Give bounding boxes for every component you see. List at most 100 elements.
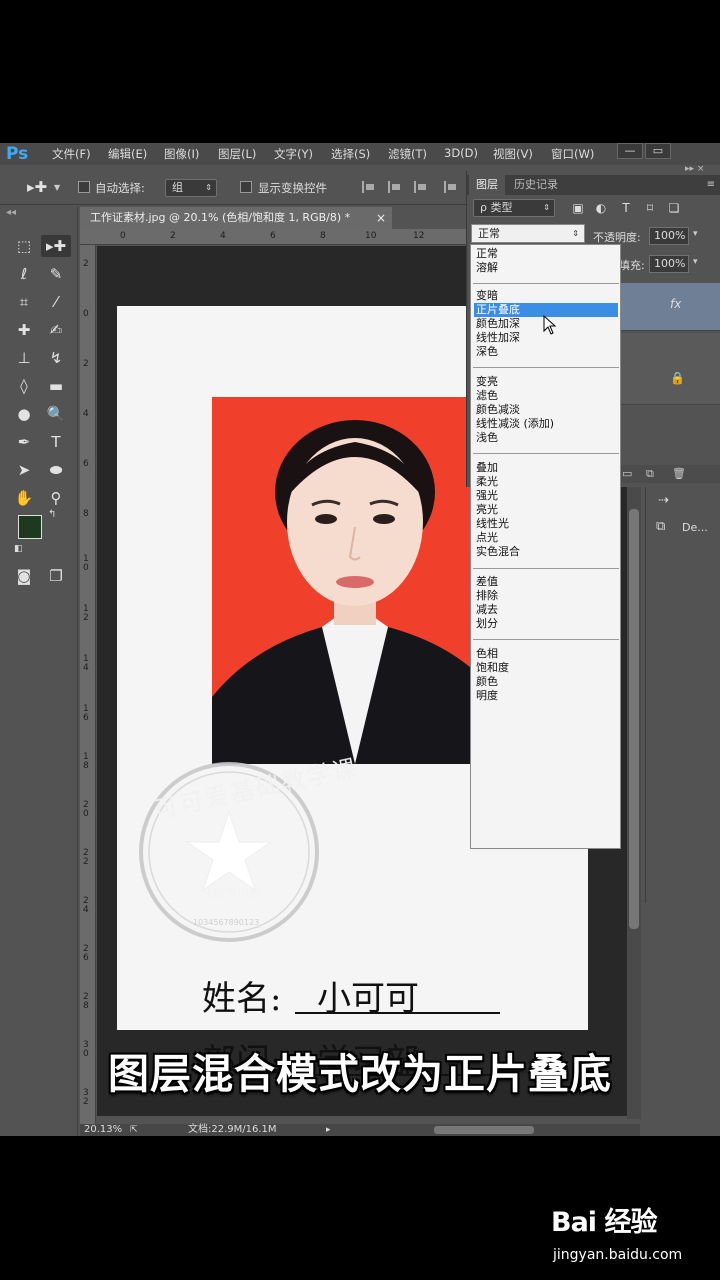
swap-colors-icon[interactable]: ↰ [48,509,56,520]
layer-row-background[interactable]: 🔒 [620,357,720,405]
blend-option-lighter-color[interactable]: 浅色 [474,431,618,445]
move-tool-preset-icon[interactable]: ▸✚ [22,176,52,198]
blend-option-lighten[interactable]: 变亮 [474,375,618,389]
blend-option-screen[interactable]: 滤色 [474,389,618,403]
tab-history[interactable]: 历史记录 [507,175,565,195]
glyph-icon[interactable]: ⧉ [656,519,665,534]
auto-select-checkbox[interactable] [78,181,90,193]
blend-option-hue[interactable]: 色相 [474,647,618,661]
blend-option-normal[interactable]: 正常 [474,247,618,261]
blend-option-linear-dodge[interactable]: 线性减淡 (添加) [474,417,618,431]
hand-tool-icon[interactable]: ✋ [9,487,39,509]
marquee-tool-icon[interactable]: ⬚ [9,235,39,257]
screen-mode-icon[interactable]: ❐ [41,565,71,587]
auto-select-dropdown[interactable]: 组 ⇕ [165,179,217,197]
maximize-button[interactable]: ▭ [645,143,671,159]
new-layer-icon[interactable]: ⧉ [646,467,654,481]
lasso-tool-icon[interactable]: ℓ [9,263,39,285]
blend-mode-dropdown[interactable]: 正常 ⇕ [471,224,585,243]
menu-type[interactable]: 文字(Y) [274,146,313,162]
menu-layer[interactable]: 图层(L) [218,146,256,162]
blend-option-color-dodge[interactable]: 颜色减淡 [474,403,618,417]
healing-brush-tool-icon[interactable]: ✚ [9,319,39,341]
minimize-button[interactable]: — [617,143,643,159]
menu-3d[interactable]: 3D(D) [444,146,478,160]
blend-option-linear-light[interactable]: 线性光 [474,517,618,531]
blend-option-dissolve[interactable]: 溶解 [474,261,618,275]
layer-filter-dropdown[interactable]: ρ 类型 ⇕ [473,199,555,217]
zoom-tool-icon[interactable]: ⚲ [41,487,71,509]
blend-option-subtract[interactable]: 减去 [474,603,618,617]
tab-layers[interactable]: 图层 [469,175,505,195]
brush-tool-icon[interactable]: ✍ [41,319,71,341]
blur-tool-icon[interactable]: ● [9,403,39,425]
status-menu-icon[interactable]: ▸ [326,1124,331,1136]
filter-shape-icon[interactable]: ⌑ [643,201,657,215]
blend-option-vivid-light[interactable]: 亮光 [474,503,618,517]
blend-option-color[interactable]: 颜色 [474,675,618,689]
default-colors-icon[interactable]: ◧ [14,544,23,554]
quick-mask-icon[interactable]: ◙ [9,565,39,587]
export-icon[interactable]: ⇱ [130,1124,138,1136]
blend-option-exclusion[interactable]: 排除 [474,589,618,603]
tools-panel: ◂◂ ⬚ ▸✚ ℓ ✎ ⌗ ⁄ ✚ ✍ ⊥ ↯ ◊ ▬ ● 🔍 ✒ T ➤ ⬬ … [0,207,78,1136]
filter-type-icon[interactable]: T [619,201,633,215]
align-top-icon[interactable] [362,181,376,193]
type-tool-icon[interactable]: T [41,431,71,453]
dodge-tool-icon[interactable]: 🔍 [41,403,71,425]
menu-select[interactable]: 选择(S) [331,146,370,162]
panel-collapse-icon[interactable]: ▸▸ × [685,164,704,174]
clone-stamp-tool-icon[interactable]: ⊥ [9,347,39,369]
menu-filter[interactable]: 滤镜(T) [388,146,427,162]
ellipse-tool-icon[interactable]: ⬬ [41,459,71,481]
history-brush-tool-icon[interactable]: ↯ [41,347,71,369]
blend-option-pin-light[interactable]: 点光 [474,531,618,545]
blend-option-darker-color[interactable]: 深色 [474,345,618,359]
eyedropper-tool-icon[interactable]: ⁄ [41,291,71,313]
filter-adjust-icon[interactable]: ◐ [594,201,608,215]
fill-slider-icon[interactable]: ▾ [693,257,698,267]
collapse-icon[interactable]: ◂◂ [6,207,16,218]
foreground-color-swatch[interactable] [18,515,42,539]
gradient-tool-icon[interactable]: ▬ [41,375,71,397]
blend-option-divide[interactable]: 划分 [474,617,618,631]
align-middle-icon[interactable] [388,181,402,193]
filter-pixel-icon[interactable]: ▣ [571,201,585,215]
blend-option-saturation[interactable]: 饱和度 [474,661,618,675]
delete-layer-icon[interactable]: 🗑 [672,467,686,480]
panel-menu-icon[interactable]: ≡ [707,179,715,190]
menu-view[interactable]: 视图(V) [493,146,533,162]
blend-option-overlay[interactable]: 叠加 [474,461,618,475]
menu-image[interactable]: 图像(I) [164,146,199,162]
move-tool-icon[interactable]: ▸✚ [41,235,71,257]
blend-option-hard-light[interactable]: 强光 [474,489,618,503]
align-left-icon[interactable] [444,181,458,193]
eraser-tool-icon[interactable]: ◊ [9,375,39,397]
menu-edit[interactable]: 编辑(E) [108,146,147,162]
paragraph-icon[interactable]: ⇢ [658,493,669,508]
zoom-level[interactable]: 20.13% [84,1124,122,1136]
pen-tool-icon[interactable]: ✒ [9,431,39,453]
fill-input[interactable]: 100% [649,255,689,273]
blend-option-difference[interactable]: 差值 [474,575,618,589]
scrollbar-thumb[interactable] [629,509,639,929]
horizontal-scroll-thumb[interactable] [434,1126,534,1134]
opacity-input[interactable]: 100% [649,227,689,245]
crop-tool-icon[interactable]: ⌗ [9,291,39,313]
align-bottom-icon[interactable] [414,181,428,193]
show-transform-checkbox[interactable] [240,181,252,193]
quick-select-tool-icon[interactable]: ✎ [41,263,71,285]
blend-option-soft-light[interactable]: 柔光 [474,475,618,489]
document-tab[interactable]: 工作证素材.jpg @ 20.1% (色相/饱和度 1, RGB/8) * × [80,207,392,229]
blend-option-darken[interactable]: 变暗 [474,289,618,303]
blend-option-luminosity[interactable]: 明度 [474,689,618,703]
menu-file[interactable]: 文件(F) [52,146,91,162]
path-select-tool-icon[interactable]: ➤ [9,459,39,481]
menu-window[interactable]: 窗口(W) [551,146,594,162]
filter-smart-icon[interactable]: ❏ [667,201,681,215]
close-tab-icon[interactable]: × [376,207,386,229]
blend-option-hard-mix[interactable]: 实色混合 [474,545,618,559]
opacity-slider-icon[interactable]: ▾ [693,229,698,239]
layer-row-hue-saturation[interactable]: fx [620,283,720,331]
new-group-icon[interactable]: ▭ [622,467,632,480]
